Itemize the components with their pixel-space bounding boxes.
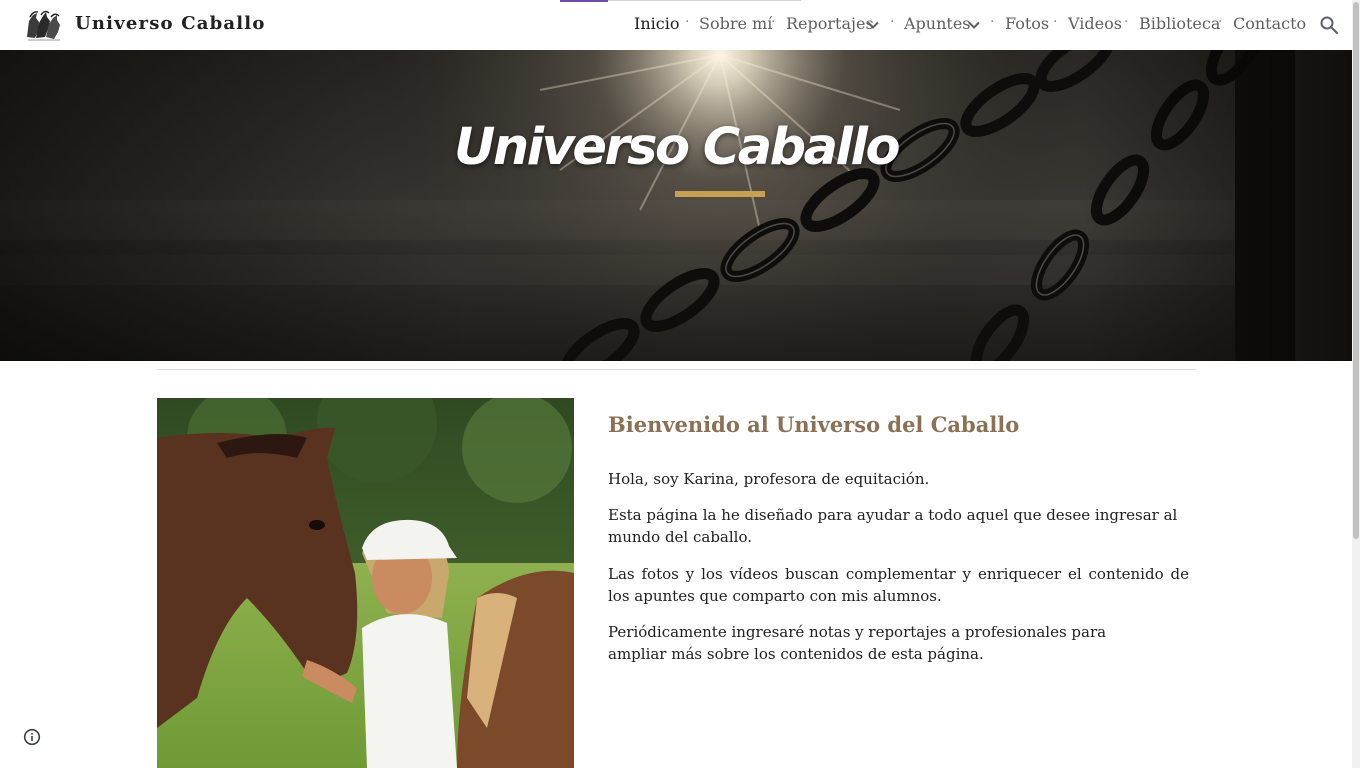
search-icon[interactable] xyxy=(1319,15,1339,35)
purpose-paragraph: Esta página la he diseñado para ayudar a… xyxy=(608,506,1178,546)
nav-separator: · xyxy=(990,14,995,30)
intro-paragraph: Hola, soy Karina, profesora de equitació… xyxy=(608,470,930,488)
nav-separator: · xyxy=(1053,14,1058,30)
scrollbar-thumb[interactable] xyxy=(1353,2,1359,539)
nav-item-inicio[interactable]: Inicio xyxy=(634,14,679,33)
nav-separator: · xyxy=(685,14,690,30)
horse-logo-icon[interactable] xyxy=(24,7,62,43)
nav-separator: · xyxy=(1218,14,1223,30)
nav-item-reportajes[interactable]: Reportajes xyxy=(786,14,874,33)
media-paragraph: Las fotos y los vídeos buscan complement… xyxy=(608,565,1189,605)
info-icon[interactable] xyxy=(23,728,41,746)
page-load-progress xyxy=(560,0,608,2)
site-header: Universo Caballo Inicio · Sobre mí · Rep… xyxy=(0,0,1352,50)
nav-item-fotos[interactable]: Fotos xyxy=(1005,14,1049,33)
hero-title: Universo Caballo xyxy=(453,118,901,177)
horse-and-instructor-photo xyxy=(157,398,574,768)
nav-item-videos[interactable]: Videos xyxy=(1068,14,1122,33)
page-load-track xyxy=(608,0,801,1)
nav-separator: · xyxy=(1124,14,1129,30)
nav-item-biblioteca[interactable]: Biblioteca xyxy=(1139,14,1220,33)
hero-banner: Universo Caballo xyxy=(0,50,1352,361)
chevron-down-icon[interactable] xyxy=(967,18,981,32)
nav-item-contacto[interactable]: Contacto xyxy=(1233,14,1306,33)
section-divider xyxy=(157,369,1196,370)
nav-separator: · xyxy=(771,14,776,30)
nav-item-sobre-mi[interactable]: Sobre mí xyxy=(699,14,772,33)
site-title[interactable]: Universo Caballo xyxy=(75,13,266,34)
hero-background-image xyxy=(0,50,1352,361)
chevron-down-icon[interactable] xyxy=(866,18,880,32)
nav-item-apuntes[interactable]: Apuntes xyxy=(904,14,971,33)
welcome-heading: Bienvenido al Universo del Caballo xyxy=(608,412,1020,437)
updates-paragraph: Periódicamente ingresaré notas y reporta… xyxy=(608,623,1107,663)
hero-accent-rule xyxy=(675,191,765,197)
nav-separator: · xyxy=(890,14,895,30)
